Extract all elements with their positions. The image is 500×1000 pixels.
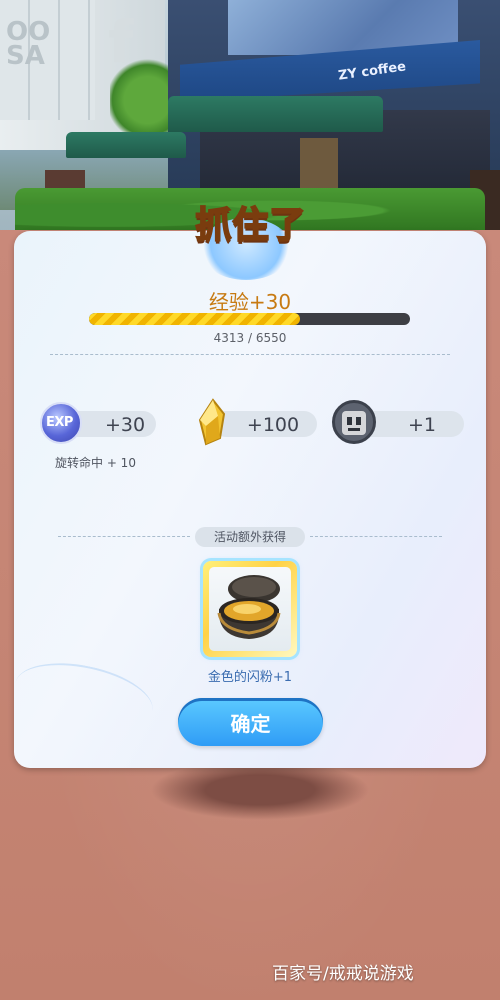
exp-progress-bar bbox=[89, 313, 410, 325]
exp-progress-text: 4313 / 6550 bbox=[213, 331, 287, 345]
shop-poster bbox=[300, 138, 338, 188]
reward-value-exp: +30 bbox=[104, 414, 146, 436]
umbrella bbox=[66, 132, 186, 158]
exp-gain-label: 经验+30 bbox=[208, 290, 292, 314]
robot-mouth bbox=[348, 428, 360, 431]
divider bbox=[58, 536, 190, 537]
divider bbox=[50, 354, 450, 355]
event-item-card[interactable] bbox=[203, 561, 297, 657]
exp-coin-icon: EXP bbox=[40, 402, 82, 444]
event-bonus-label: 活动额外获得 bbox=[195, 527, 305, 547]
watermark: 百家号/戒戒说游戏 bbox=[272, 964, 414, 984]
reward-value-crystal: +100 bbox=[246, 414, 300, 436]
divider bbox=[310, 536, 442, 537]
item-card-inner bbox=[209, 567, 291, 651]
spin-hit-bonus-note: 旋转命中 + 10 bbox=[55, 456, 136, 470]
gold-glitter-powder-jar-icon bbox=[217, 575, 281, 639]
gold-crystal-icon bbox=[198, 398, 226, 446]
decorative-brush-stroke bbox=[9, 652, 159, 742]
confirm-button[interactable]: 确定 bbox=[178, 698, 323, 746]
exp-icon-text: EXP bbox=[46, 415, 73, 430]
dialog-title: 抓住了 bbox=[194, 204, 307, 247]
robot-face bbox=[342, 411, 366, 435]
umbrella bbox=[168, 96, 383, 132]
reward-value-robot: +1 bbox=[407, 414, 436, 436]
exp-progress-fill bbox=[89, 313, 301, 325]
robot-eye bbox=[356, 417, 361, 425]
character-shadow bbox=[150, 760, 370, 820]
robot-face-icon bbox=[332, 400, 376, 444]
building-wall-letters: OO SA bbox=[6, 17, 51, 71]
robot-eye bbox=[347, 417, 352, 425]
event-item-name: 金色的闪粉+1 bbox=[207, 670, 293, 685]
